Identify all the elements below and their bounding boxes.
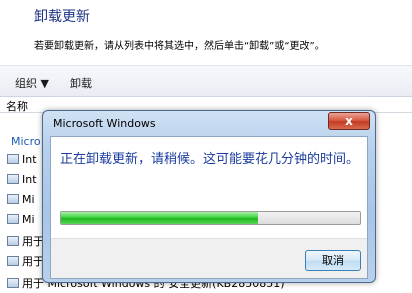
toolbar: 组织 ▼ 卸载 (0, 65, 412, 97)
list-item[interactable]: 用于 (7, 233, 44, 251)
list-item[interactable]: Int (7, 153, 37, 171)
dialog-body: 正在卸载更新，请稍候。这可能要花几分钟的时间。 取消 (50, 136, 368, 279)
page-title: 卸载更新 (34, 9, 90, 25)
column-header-label: 名称 (6, 100, 28, 113)
dialog-title: Microsoft Windows (53, 117, 156, 130)
progress-bar-fill (61, 212, 259, 224)
update-icon (7, 236, 19, 246)
progress-message: 正在卸载更新，请稍候。这可能要花几分钟的时间。 (60, 152, 360, 167)
update-icon (7, 194, 19, 204)
update-icon (7, 256, 19, 266)
group-label: Micro (11, 135, 41, 148)
list-item[interactable]: Mi (7, 193, 35, 211)
uninstall-progress-dialog: Microsoft Windows x 正在卸载更新，请稍候。这可能要花几分钟的… (42, 110, 376, 283)
list-item[interactable]: 用于 (7, 253, 44, 271)
update-icon (7, 174, 19, 184)
list-item[interactable]: Int (7, 173, 37, 191)
page-description: 若要卸载更新，请从列表中将其选中，然后单击“卸载”或“更改”。 (34, 41, 325, 52)
progress-bar (60, 211, 361, 225)
dialog-footer: 取消 (51, 238, 367, 278)
update-icon (7, 214, 19, 224)
uninstall-button[interactable]: 卸载 (70, 75, 92, 91)
close-button[interactable]: x (328, 112, 370, 130)
organize-menu-button[interactable]: 组织 ▼ (15, 75, 49, 91)
list-item[interactable]: Mi (7, 213, 35, 231)
update-icon (7, 278, 19, 288)
cancel-button[interactable]: 取消 (305, 250, 361, 271)
update-icon (7, 154, 19, 164)
